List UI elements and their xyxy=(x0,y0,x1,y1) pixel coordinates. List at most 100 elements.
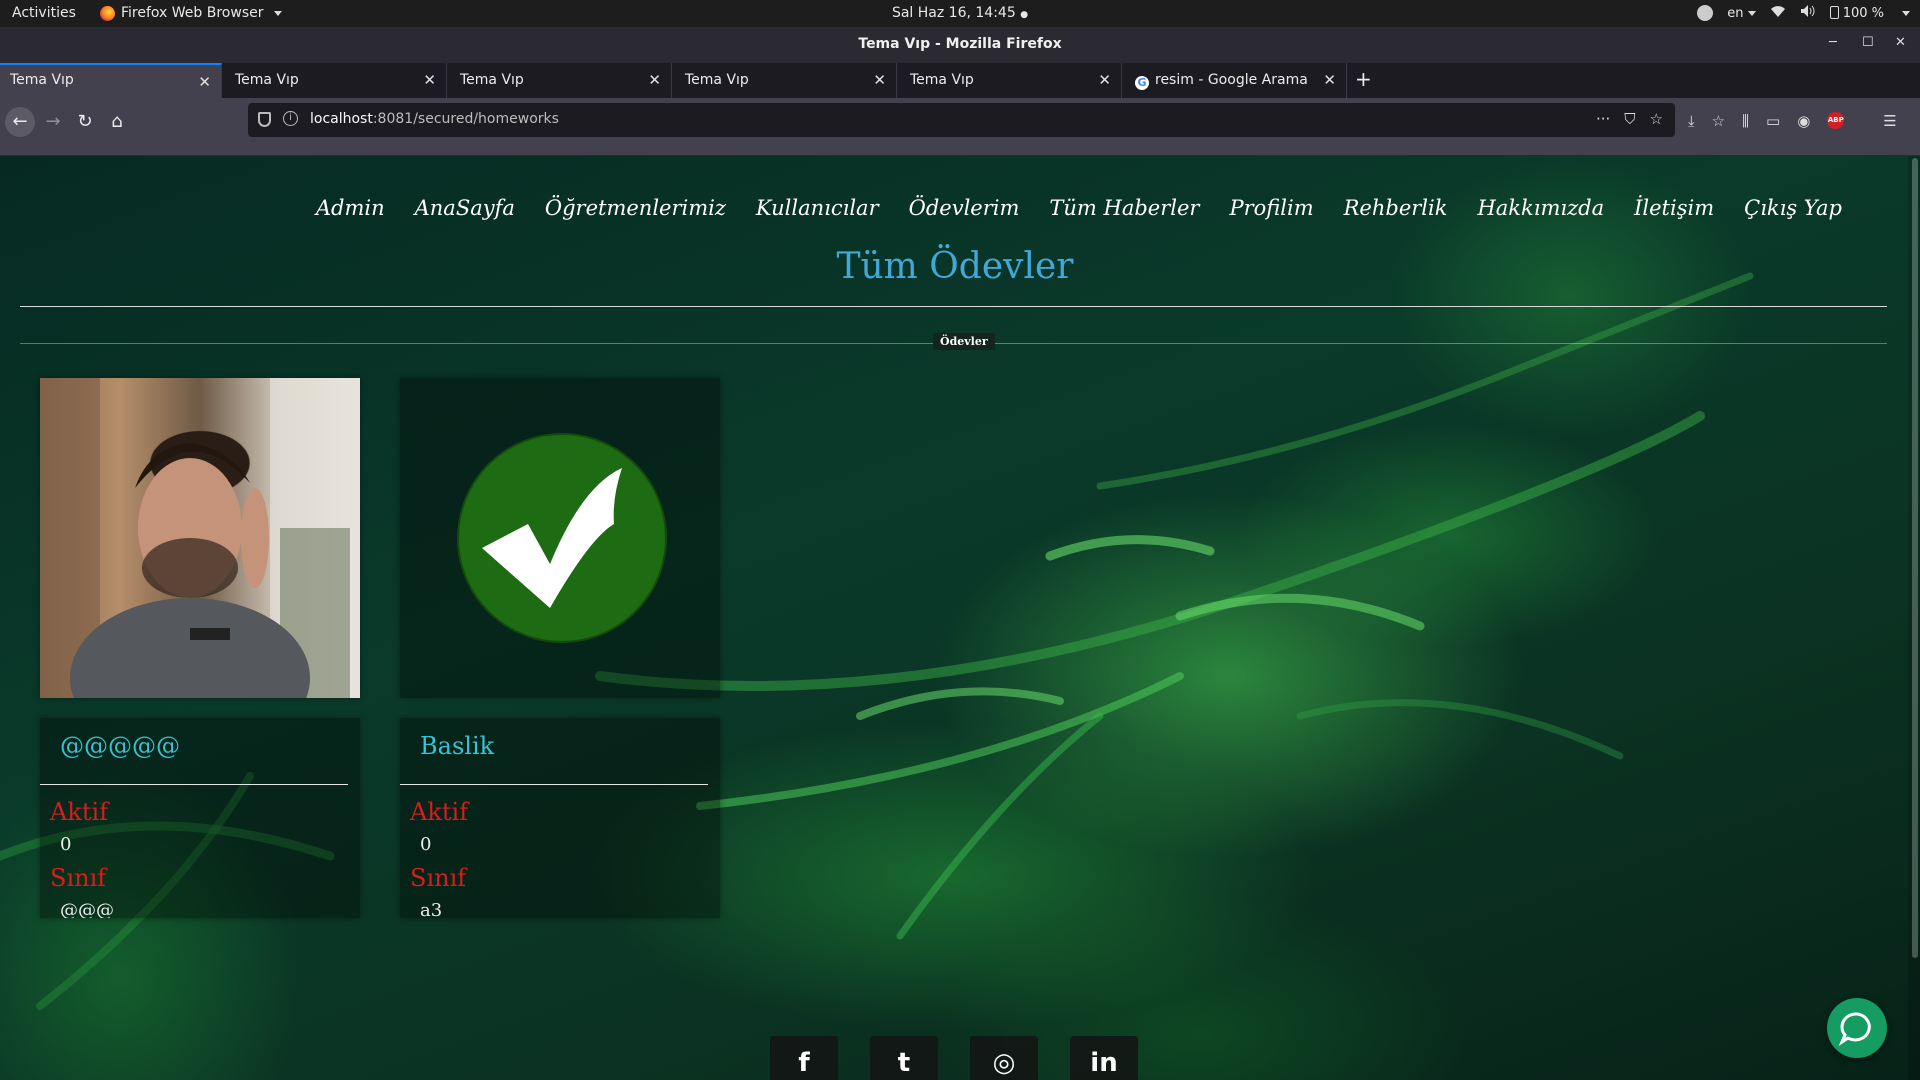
nav-all-news[interactable]: Tüm Haberler xyxy=(1049,196,1199,220)
instagram-icon[interactable]: ◎ xyxy=(970,1036,1038,1080)
system-tray[interactable]: en 100 % xyxy=(1697,4,1910,22)
card-image[interactable] xyxy=(400,378,720,698)
class-value: a3 xyxy=(420,900,443,918)
nav-homeworks[interactable]: Ödevlerim xyxy=(909,196,1020,220)
site-info-icon[interactable]: i xyxy=(283,111,298,126)
page-scrollbar[interactable] xyxy=(1908,156,1920,1080)
chat-button[interactable] xyxy=(1827,998,1887,1058)
close-tab-icon[interactable]: ✕ xyxy=(648,71,661,89)
active-label: Aktif xyxy=(50,798,109,826)
chevron-down-icon xyxy=(1747,10,1756,16)
home-icon[interactable]: ⌂ xyxy=(102,107,132,137)
reload-icon[interactable]: ↻ xyxy=(70,107,100,137)
nav-teachers[interactable]: Öğretmenlerimiz xyxy=(545,196,726,220)
close-tab-icon[interactable]: ✕ xyxy=(198,73,211,91)
notification-icon[interactable] xyxy=(1697,5,1714,21)
homework-card[interactable]: Baslik Aktif 0 Sınıf a3 xyxy=(400,718,720,918)
app-menu[interactable]: Firefox Web Browser xyxy=(100,5,282,21)
activities-button[interactable]: Activities xyxy=(12,5,76,21)
facebook-icon[interactable]: f xyxy=(770,1036,838,1080)
adblock-icon[interactable]: ABP xyxy=(1827,112,1845,129)
wifi-icon[interactable] xyxy=(1770,4,1786,22)
hamburger-menu-icon[interactable]: ☰ xyxy=(1883,112,1896,130)
nav-home[interactable]: AnaSayfa xyxy=(415,196,515,220)
nav-about[interactable]: Hakkımızda xyxy=(1477,196,1604,220)
main-nav: Admin AnaSayfa Öğretmenlerimiz Kullanıcı… xyxy=(316,196,1842,220)
tab-4[interactable]: Tema Vıp ✕ xyxy=(675,63,897,98)
homework-card[interactable]: @@@@@ Aktif 0 Sınıf @@@ xyxy=(40,718,360,918)
url-text[interactable]: localhost:8081/secured/homeworks xyxy=(310,111,559,127)
navigation-toolbar: ← → ↻ ⌂ i localhost:8081/secured/homewor… xyxy=(0,98,1920,156)
battery-icon xyxy=(1829,5,1839,19)
app-menu-label: Firefox Web Browser xyxy=(121,5,264,21)
tracking-shield-icon[interactable] xyxy=(258,112,271,127)
firefox-icon xyxy=(100,5,115,21)
scrollbar-thumb[interactable] xyxy=(1912,158,1918,958)
account-icon[interactable]: ◉ xyxy=(1797,112,1810,130)
checkmark-icon xyxy=(457,433,667,643)
class-label: Sınıf xyxy=(410,864,467,892)
tab-6[interactable]: Gresim - Google Arama ✕ xyxy=(1125,63,1347,98)
nav-contact[interactable]: İletişim xyxy=(1634,196,1714,220)
system-top-bar: Activities Firefox Web Browser Sal Haz 1… xyxy=(0,0,1920,27)
toolbar-icons: ⤓ ☆ ⫼ ▭ ◉ ABP ☰ xyxy=(1688,112,1897,130)
nav-logout[interactable]: Çıkış Yap xyxy=(1744,196,1842,220)
user-photo xyxy=(40,378,360,698)
battery-label: 100 % xyxy=(1842,5,1884,21)
pocket-icon[interactable]: ⛉ xyxy=(1624,110,1635,128)
minimize-icon[interactable]: ─ xyxy=(1829,35,1837,50)
reading-list-icon[interactable]: ☆ xyxy=(1712,112,1725,130)
card-divider xyxy=(40,784,348,785)
bookmark-star-icon[interactable]: ☆ xyxy=(1650,110,1663,128)
new-tab-icon[interactable]: + xyxy=(1355,67,1372,91)
battery-indicator[interactable]: 100 % xyxy=(1829,5,1884,21)
maximize-icon[interactable]: ☐ xyxy=(1862,35,1874,50)
page-actions-icon[interactable]: ··· xyxy=(1596,110,1610,128)
close-tab-icon[interactable]: ✕ xyxy=(873,71,886,89)
tab-title: Tema Vıp xyxy=(460,72,524,88)
tab-5[interactable]: Tema Vıp ✕ xyxy=(900,63,1122,98)
tab-title: Tema Vıp xyxy=(910,72,974,88)
close-window-icon[interactable]: ✕ xyxy=(1895,35,1906,50)
forward-arrow-icon[interactable]: → xyxy=(38,107,68,137)
volume-icon[interactable] xyxy=(1800,4,1816,22)
sidebar-icon[interactable]: ▭ xyxy=(1766,112,1780,130)
page-title: Tüm Ödevler xyxy=(836,246,1074,287)
tab-2[interactable]: Tema Vıp ✕ xyxy=(225,63,447,98)
address-bar[interactable]: i localhost:8081/secured/homeworks ··· ⛉… xyxy=(248,103,1675,137)
linkedin-icon[interactable]: in xyxy=(1070,1036,1138,1080)
window-titlebar: Tema Vıp - Mozilla Firefox ─ ☐ ✕ xyxy=(0,27,1920,63)
url-host: localhost xyxy=(310,111,373,127)
class-value: @@@ xyxy=(60,900,114,918)
system-menu-chevron-icon[interactable] xyxy=(1902,10,1910,16)
nav-users[interactable]: Kullanıcılar xyxy=(756,196,879,220)
google-icon: G xyxy=(1135,76,1149,90)
close-tab-icon[interactable]: ✕ xyxy=(1323,71,1336,89)
card-title: Baslik xyxy=(420,732,495,760)
active-value: 0 xyxy=(60,834,72,855)
nav-admin[interactable]: Admin xyxy=(316,196,385,220)
library-icon[interactable]: ⫼ xyxy=(1742,112,1749,130)
tab-1[interactable]: Tema Vıp ✕ xyxy=(0,63,222,98)
url-path: :8081/secured/homeworks xyxy=(372,111,559,127)
nav-guidance[interactable]: Rehberlik xyxy=(1344,196,1448,220)
twitter-icon[interactable]: t xyxy=(870,1036,938,1080)
clock[interactable]: Sal Haz 16, 14:45 xyxy=(892,5,1016,21)
section-label: Ödevler xyxy=(933,333,995,350)
tab-bar: Tema Vıp ✕ Tema Vıp ✕ Tema Vıp ✕ Tema Vı… xyxy=(0,63,1920,98)
window-title: Tema Vıp - Mozilla Firefox xyxy=(858,36,1062,52)
tab-title: Tema Vıp xyxy=(685,72,749,88)
back-arrow-icon[interactable]: ← xyxy=(5,107,35,137)
card-divider xyxy=(400,784,708,785)
address-bar-actions: ··· ⛉ ☆ xyxy=(1596,110,1663,128)
tab-title: resim - Google Arama xyxy=(1155,72,1308,88)
close-tab-icon[interactable]: ✕ xyxy=(423,71,436,89)
keyboard-layout[interactable]: en xyxy=(1727,6,1756,21)
nav-profile[interactable]: Profilim xyxy=(1229,196,1313,220)
class-label: Sınıf xyxy=(50,864,107,892)
tab-3[interactable]: Tema Vıp ✕ xyxy=(450,63,672,98)
close-tab-icon[interactable]: ✕ xyxy=(1098,71,1111,89)
chevron-down-icon xyxy=(273,10,282,16)
card-image[interactable] xyxy=(40,378,360,698)
downloads-icon[interactable]: ⤓ xyxy=(1688,112,1695,130)
